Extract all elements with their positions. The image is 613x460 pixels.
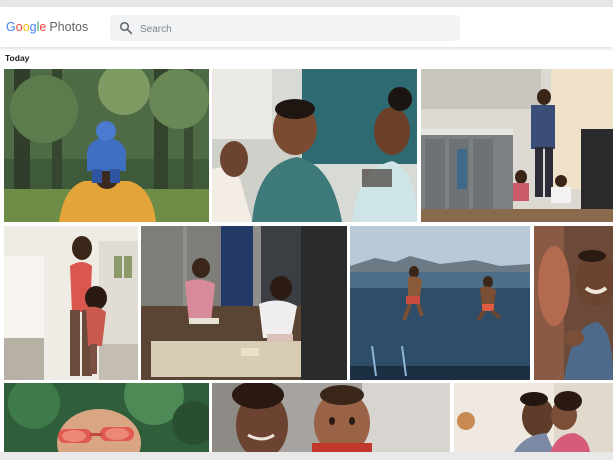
window-bottom-bar	[0, 452, 613, 460]
logo-letter-g2: g	[29, 20, 37, 34]
logo-letter-g: G	[6, 20, 16, 34]
photo-child-on-shoulders-forest[interactable]	[4, 69, 209, 222]
photo-kids-playing-floor[interactable]	[141, 226, 347, 380]
photo-family-laughing-couch[interactable]	[212, 69, 417, 222]
app-header: Google Photos	[0, 7, 613, 47]
photo-family-kitchen[interactable]	[421, 69, 613, 222]
section-date-label: Today	[5, 53, 30, 63]
photo-child-sunglasses[interactable]	[4, 383, 209, 452]
logo-letter-o2: o	[22, 20, 30, 34]
logo-letter-o1: o	[15, 20, 23, 34]
product-name: Photos	[49, 20, 89, 34]
search-bar[interactable]	[110, 15, 460, 41]
window-top-bar	[0, 0, 613, 7]
logo-letter-e: e	[39, 20, 47, 34]
photo-mother-baby[interactable]	[212, 383, 450, 452]
google-photos-logo[interactable]: Google Photos	[6, 20, 88, 34]
photo-mother-daughter-playing[interactable]	[4, 226, 138, 380]
photo-father-kiss-daughter[interactable]	[454, 383, 613, 452]
photo-jumping-into-lake[interactable]	[350, 226, 530, 380]
search-icon[interactable]	[119, 21, 133, 35]
search-input[interactable]	[138, 19, 442, 39]
photo-father-laughing[interactable]	[534, 226, 613, 380]
